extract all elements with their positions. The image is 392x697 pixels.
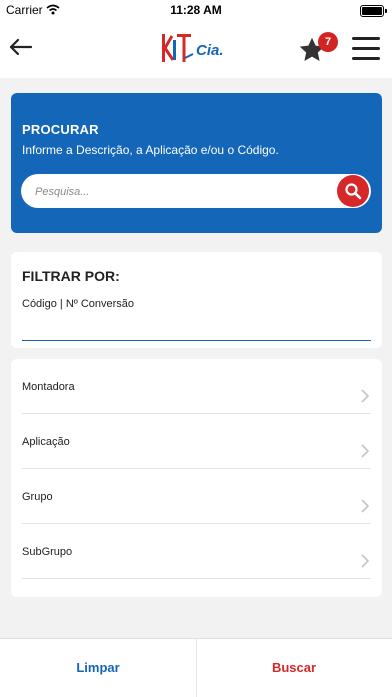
search-input[interactable] [33,174,327,210]
submit-search-button[interactable]: Buscar [196,639,392,697]
navigation-bar: Cia. 7 [0,20,392,78]
list-item-aplicacao[interactable]: Aplicação [11,414,382,469]
search-icon [345,183,362,200]
status-time: 11:28 AM [170,3,222,17]
list-item-label: Montadora [22,381,75,393]
chevron-right-icon [360,554,370,568]
brand-logo: Cia. [160,28,228,68]
svg-text:Cia.: Cia. [196,42,224,59]
battery-icon [360,5,387,17]
back-arrow-icon[interactable] [8,34,34,60]
search-button[interactable] [337,175,369,207]
chevron-right-icon [360,389,370,403]
code-conversion-field[interactable] [22,340,371,341]
clear-button[interactable]: Limpar [0,639,197,697]
search-subtitle: Informe a Descrição, a Aplicação e/ou o … [22,143,279,157]
status-bar: Carrier 11:28 AM [0,0,392,20]
filter-category-list: Montadora Aplicação Grupo SubGrupo [11,359,382,597]
code-conversion-field-label: Código | Nº Conversão [22,298,135,310]
list-item-label: Grupo [22,491,53,503]
bottom-action-bar: Limpar Buscar [0,638,392,697]
hamburger-menu-icon[interactable] [352,34,380,62]
list-item-subgrupo[interactable]: SubGrupo [11,524,382,579]
chevron-right-icon [360,499,370,513]
list-item-montadora[interactable]: Montadora [11,359,382,414]
chevron-right-icon [360,444,370,458]
list-item-label: SubGrupo [22,546,73,558]
list-item-label: Aplicação [22,436,70,448]
search-panel: PROCURAR Informe a Descrição, a Aplicaçã… [11,93,382,233]
favorites-count-badge: 7 [318,32,338,52]
divider [22,578,371,579]
filter-panel: FILTRAR POR: Código | Nº Conversão [11,252,382,348]
search-title: PROCURAR [22,122,99,137]
list-item-grupo[interactable]: Grupo [11,469,382,524]
filter-title: FILTRAR POR: [22,268,120,284]
search-box [21,174,371,210]
